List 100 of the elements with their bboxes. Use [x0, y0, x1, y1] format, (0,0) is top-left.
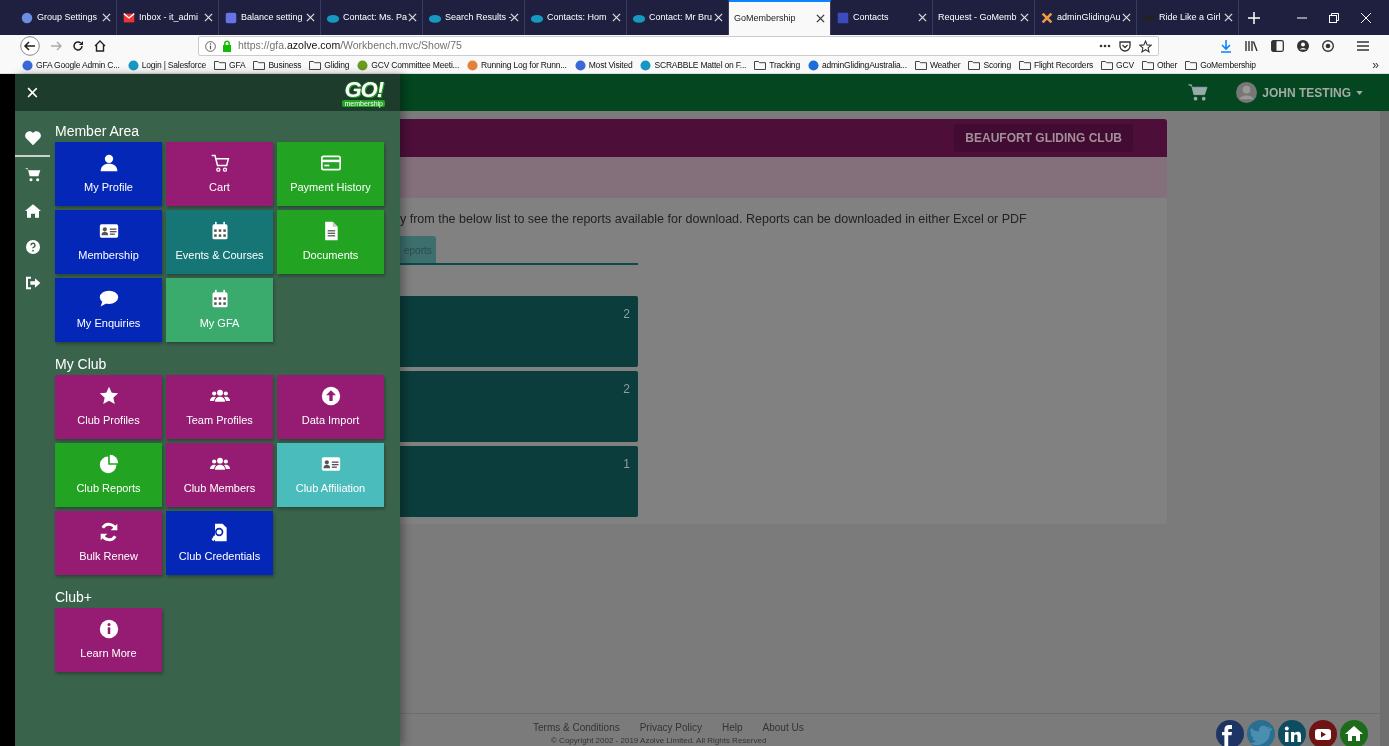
tab-title: Request - GoMemb [938, 10, 1017, 24]
bookmark-item[interactable]: Running Log for Runn... [467, 58, 567, 72]
menu-tile[interactable]: Cart [166, 142, 273, 206]
menu-tile[interactable]: Bulk Renew [55, 511, 162, 575]
bookmark-item[interactable]: GFA Google Admin C... [22, 58, 120, 72]
bookmark-item[interactable]: GCV Committee Meeti... [357, 58, 460, 72]
site-icon [574, 59, 586, 71]
pie-chart-icon [98, 453, 119, 474]
user-icon [98, 152, 119, 173]
menu-tile[interactable]: Events & Courses [166, 210, 273, 274]
tab-title: Balance setting [241, 10, 303, 24]
folder-icon [914, 60, 927, 70]
help-icon [24, 239, 41, 255]
reload-icon[interactable] [72, 40, 84, 52]
folder-icon [1185, 60, 1198, 70]
url-text: https://gfa.azolve.com/Workbench.mvc/Show/75 [238, 38, 462, 54]
menu-tile[interactable]: My Enquiries [55, 278, 162, 342]
bookmark-item[interactable]: GoMembership [1185, 58, 1256, 72]
sidebar-icon[interactable] [1271, 40, 1284, 52]
tab-title: GoMembership [734, 11, 797, 25]
tab-title: Contact: Ms. Pa [343, 10, 405, 24]
address-field[interactable]: https://gfa.azolve.com/Workbench.mvc/Show/75 [198, 36, 1159, 56]
count-text: 1 [623, 455, 630, 469]
new-tab-icon[interactable] [1248, 12, 1260, 24]
restore-icon[interactable] [1329, 12, 1339, 23]
library-icon[interactable] [1245, 40, 1258, 52]
home-icon [24, 203, 41, 219]
home-icon[interactable] [94, 40, 106, 52]
bookmark-item[interactable]: Most Visited [574, 58, 633, 72]
bookmark-item[interactable]: Flight Recorders [1018, 58, 1094, 72]
facebook-icon[interactable] [1216, 720, 1244, 746]
copyright-text: © Copyright 2002 - 2019 Azolve Limited. All Rights Reserved [551, 736, 767, 745]
info-icon [205, 40, 216, 52]
section-heading: Member Area [55, 123, 141, 139]
scrollbar[interactable] [1380, 111, 1389, 746]
close-button[interactable]: × [26, 81, 39, 104]
site-icon [22, 59, 33, 71]
tab-title: Ride Like a Girl [1159, 10, 1221, 24]
home-icon[interactable] [1340, 720, 1368, 746]
info-icon [98, 618, 119, 639]
tab-title: Group Settings [37, 10, 99, 24]
site-icon [122, 10, 136, 25]
bookmark-item[interactable]: Weather [914, 58, 961, 72]
star-icon[interactable] [1139, 39, 1152, 53]
menu-tile[interactable]: Club Credentials [166, 511, 273, 575]
site-icon [836, 10, 850, 25]
club-badge: BEAUFORT GLIDING CLUB [954, 124, 1133, 152]
bookmark-item[interactable]: Tracking [754, 58, 800, 72]
extension-icon[interactable] [1322, 40, 1334, 52]
site-icon [357, 59, 369, 71]
video-play-icon[interactable] [1309, 720, 1337, 746]
bookmark-item[interactable]: GCV [1101, 58, 1134, 72]
bookmark-item[interactable]: Scoring [968, 58, 1011, 72]
bookmark-item[interactable]: Gliding [309, 58, 350, 72]
site-icon [467, 59, 479, 71]
intro-text: y from the below list to see the reports available for download. Reports can be downloaded in either Excel or PDF [400, 211, 1028, 228]
bookmark-item[interactable]: Business [253, 58, 302, 72]
menu-icon[interactable] [1357, 41, 1369, 51]
bookmark-item[interactable]: adminGlidingAustralia... [807, 58, 907, 72]
bookmark-item[interactable]: Other [1141, 58, 1178, 72]
linkedin-icon[interactable] [1278, 720, 1306, 746]
back-icon[interactable] [20, 36, 40, 56]
site-icon [127, 59, 139, 71]
cart-icon[interactable] [1188, 83, 1209, 102]
sign-out-icon [24, 275, 41, 291]
tab-title: adminGlidingAu [1057, 10, 1119, 24]
folder-icon [968, 60, 981, 70]
close-icon[interactable] [816, 14, 825, 23]
folder-icon [1101, 60, 1114, 70]
tab-title: Contacts: Hom [547, 10, 608, 24]
section-heading: My Club [55, 356, 108, 372]
download-icon[interactable] [1220, 39, 1232, 53]
menu-tile[interactable]: Data Import [277, 375, 384, 439]
site-icon [224, 10, 238, 25]
browser-tab[interactable]: GoMembership [729, 0, 831, 35]
folder-icon [754, 60, 767, 70]
menu-tile[interactable]: Learn More [55, 608, 162, 672]
site-icon [807, 59, 819, 71]
bookmark-item[interactable]: SCRABBLE Mattel on F... [640, 58, 747, 72]
overflow-chevron[interactable]: » [1372, 59, 1379, 71]
tab-title: Contact: Mr Bru [649, 10, 711, 24]
menu-tile[interactable]: Club Profiles [55, 375, 162, 439]
more-icon[interactable] [1099, 44, 1111, 48]
bookmark-item[interactable]: Login | Salesforce [127, 58, 206, 72]
user-menu[interactable]: JOHN TESTING [1236, 82, 1363, 103]
menu-tile[interactable]: My Profile [55, 142, 162, 206]
folder-icon [214, 60, 226, 70]
tab-title: Contacts [853, 10, 890, 24]
folder-icon [253, 60, 266, 70]
star-icon [98, 385, 119, 406]
menu-tile[interactable]: Membership [55, 210, 162, 274]
menu-tile[interactable]: Team Profiles [166, 375, 273, 439]
folder-icon [1141, 60, 1154, 70]
account-icon[interactable] [1297, 40, 1309, 52]
bookmark-item[interactable]: GFA [214, 58, 246, 72]
pocket-icon[interactable] [1119, 40, 1131, 52]
tab-title: Inbox - it_admi [139, 10, 200, 24]
folder-icon [309, 60, 322, 70]
menu-tile[interactable]: Club Members [166, 443, 273, 507]
speech-bubble-icon [98, 288, 119, 309]
